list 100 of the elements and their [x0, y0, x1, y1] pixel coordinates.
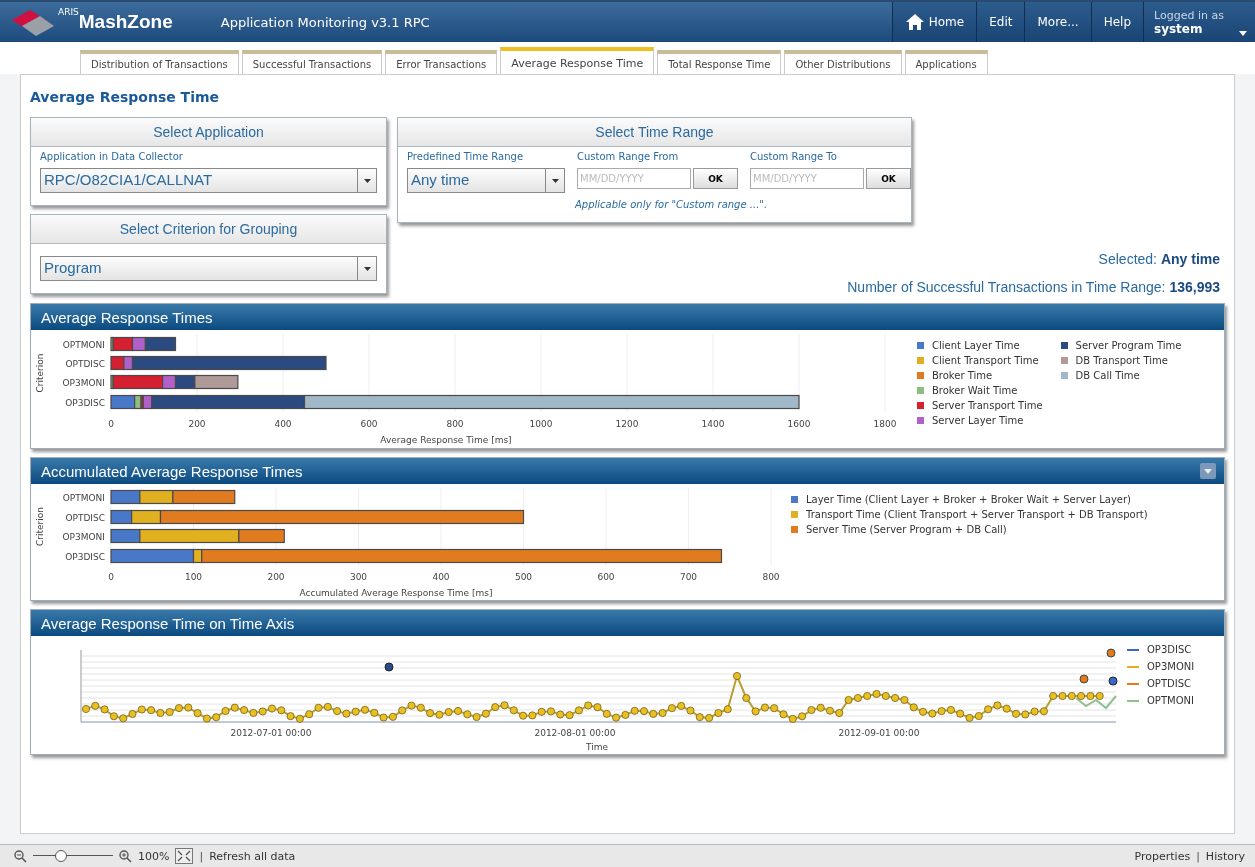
nav-button[interactable]: Help: [1090, 2, 1143, 42]
legend-label: Server Program Time: [1075, 340, 1182, 351]
dropdown-arrow-icon: [363, 266, 371, 271]
tick-label: 500: [514, 572, 533, 582]
category-label: OP3MONI: [62, 531, 105, 542]
legend-label: Layer Time (Client Layer + Broker + Broker Wait + Server Layer): [806, 494, 1131, 505]
card-title: Select Application: [31, 118, 386, 147]
status-link[interactable]: History: [1205, 849, 1245, 863]
legend-label: Server Time (Server Program + DB Call): [806, 524, 1007, 535]
legend-label: OPTMONI: [1147, 695, 1194, 706]
tab[interactable]: Average Response Time: [500, 47, 655, 74]
axis-title: Time: [586, 742, 608, 752]
legend-label: Client Layer Time: [932, 340, 1020, 351]
tick-label: 100: [184, 572, 203, 582]
legend-label: Transport Time (Client Transport + Server Transport + DB Transport): [806, 509, 1148, 520]
category-label: OP3DISC: [65, 397, 105, 408]
ok-button[interactable]: OK: [866, 168, 911, 189]
refresh-link[interactable]: Refresh all data: [209, 849, 296, 863]
caret-icon: [1239, 31, 1247, 36]
separator: |: [1196, 849, 1200, 863]
field-label: Custom Range To: [750, 151, 838, 162]
tick-label: 2012-08-01 00:00: [534, 728, 616, 738]
axis-title: Accumulated Average Response Time [ms]: [299, 588, 493, 598]
data-point: [1079, 674, 1089, 684]
date-input[interactable]: MM/DD/YYYY: [577, 168, 691, 189]
tab[interactable]: Other Distributions: [784, 50, 902, 74]
status-link[interactable]: Properties: [1134, 849, 1191, 863]
category-label: OPTMONI: [62, 492, 105, 503]
legend-label: DB Transport Time: [1075, 355, 1168, 366]
dropdown-icon[interactable]: [1200, 463, 1216, 479]
panel-title: Average Response Time on Time Axis: [41, 614, 295, 632]
legend-label: OP3DISC: [1147, 644, 1192, 655]
tab[interactable]: Total Response Time: [657, 50, 782, 74]
legend-label: OP3MONI: [1147, 661, 1195, 672]
tick-label: 200: [267, 572, 285, 582]
tick-label: 1200: [615, 419, 639, 429]
tick-label: 1600: [787, 419, 811, 429]
tick-label: 1800: [873, 419, 897, 429]
grouping-dropdown[interactable]: Program: [40, 256, 377, 281]
dropdown-arrow-icon: [551, 178, 559, 183]
legend-label: Client Transport Time: [932, 355, 1039, 366]
logo-super-text: ARIS: [58, 7, 79, 17]
legend-label: Broker Wait Time: [932, 385, 1018, 396]
axis-title: Average Response Time [ms]: [380, 435, 512, 445]
hint-text: Applicable only for "Custom range ...".: [573, 199, 769, 210]
fit-to-screen-icon[interactable]: [175, 848, 194, 864]
card-title: Select Time Range: [398, 118, 911, 147]
zoom-out-icon[interactable]: [14, 849, 27, 863]
app-title: Application Monitoring v3.1 RPC: [220, 14, 431, 30]
separator: |: [199, 849, 204, 863]
tab[interactable]: Successful Transactions: [241, 50, 383, 74]
panel-title: Average Response Times: [41, 308, 213, 326]
legend-label: Server Layer Time: [932, 415, 1024, 426]
axis-title: Criterion: [35, 353, 45, 393]
legend-label: Broker Time: [932, 370, 993, 381]
tick-label: 1000: [529, 419, 553, 429]
tick-label: 800: [762, 572, 780, 582]
nav-button[interactable]: More...: [1024, 2, 1091, 42]
tab[interactable]: Error Transactions: [385, 50, 498, 74]
bar-segment: [110, 489, 141, 505]
application-dropdown[interactable]: RPC/O82CIA1/CALLNAT: [40, 168, 377, 193]
category-label: OPTDISC: [65, 358, 105, 369]
home-icon: [904, 13, 925, 31]
tick-label: 400: [274, 419, 292, 429]
nav-button[interactable]: Home: [891, 2, 977, 42]
tick-label: 0: [108, 572, 114, 582]
tick-label: 200: [188, 419, 206, 429]
category-label: OPTMONI: [62, 339, 105, 350]
tick-label: 400: [432, 572, 450, 582]
legend-label: DB Call Time: [1075, 370, 1140, 381]
legend-label: OPTDISC: [1147, 678, 1191, 689]
category-label: OPTDISC: [65, 512, 105, 523]
ok-button[interactable]: OK: [693, 168, 738, 189]
zoom-in-icon[interactable]: [119, 849, 132, 863]
zoom-slider[interactable]: [33, 850, 113, 862]
field-label: Application in Data Collector: [40, 151, 184, 162]
nav-button[interactable]: Edit: [976, 2, 1025, 42]
bar-segment: [110, 509, 133, 525]
date-input[interactable]: MM/DD/YYYY: [750, 168, 864, 189]
tick-label: 0: [108, 419, 114, 429]
bar-segment: [110, 355, 125, 371]
tick-label: 600: [597, 572, 615, 582]
tick-label: 1400: [701, 419, 725, 429]
tab[interactable]: Distribution of Transactions: [80, 50, 239, 74]
card-title: Select Criterion for Grouping: [31, 215, 386, 244]
user-menu[interactable]: Logged in as system: [1143, 2, 1255, 42]
field-label: Predefined Time Range: [407, 151, 525, 162]
page-title: Average Response Time: [30, 89, 221, 105]
tab[interactable]: Applications: [904, 50, 988, 74]
transaction-count-text: Number of Successful Transactions in Time Range: 136,993: [847, 279, 1220, 295]
tick-label: 800: [446, 419, 464, 429]
legend-label: Server Transport Time: [932, 400, 1043, 411]
selected-range-text: Selected: Any time: [1098, 251, 1220, 267]
tick-label: 600: [360, 419, 378, 429]
dropdown-arrow-icon: [363, 178, 371, 183]
slider-thumb[interactable]: [55, 850, 67, 862]
time-range-dropdown[interactable]: Any time: [407, 168, 565, 193]
category-label: OP3MONI: [62, 377, 105, 388]
tick-label: 700: [679, 572, 698, 582]
data-point: [1108, 676, 1118, 686]
